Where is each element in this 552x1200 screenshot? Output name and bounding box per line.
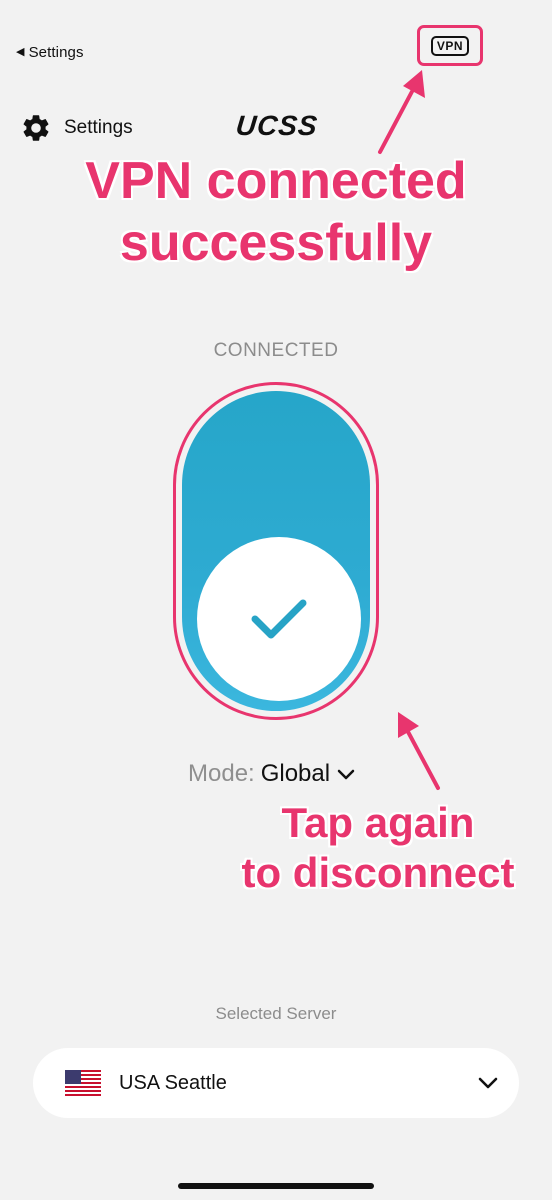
toggle-track — [182, 391, 370, 711]
us-flag-icon — [65, 1070, 101, 1096]
annotation-disconnect-line1: Tap again — [281, 799, 475, 846]
mode-label: Mode: — [188, 760, 255, 787]
mode-value: Global — [260, 760, 331, 787]
home-indicator[interactable] — [178, 1183, 374, 1189]
chevron-down-icon — [478, 1077, 498, 1089]
mode-selector[interactable]: Mode: Global — [188, 760, 356, 788]
chevron-down-icon — [337, 769, 355, 780]
selected-server-label: Selected Server — [215, 1004, 337, 1023]
back-link-label: Settings — [28, 44, 84, 61]
annotation-connected-line1: VPN connected — [85, 152, 467, 210]
connection-status: CONNECTED — [213, 340, 339, 361]
annotation-arrow-to-toggle — [398, 712, 440, 790]
annotation-disconnect: Tap again to disconnect — [210, 798, 546, 898]
annotation-arrow-to-badge — [378, 70, 425, 154]
vpn-badge-highlight: VPN — [417, 25, 483, 66]
connect-toggle[interactable] — [173, 382, 379, 720]
gear-icon — [23, 115, 49, 141]
app-logo: UCSS — [234, 110, 320, 141]
back-triangle-icon: ◀ — [16, 46, 25, 58]
server-selector[interactable]: USA Seattle — [33, 1048, 519, 1118]
settings-button[interactable]: Settings — [20, 112, 133, 144]
vpn-app-screen: ◀ Settings VPN Settings UCSS VPN connect… — [0, 0, 552, 1200]
annotation-connected-line2: successfully — [119, 214, 433, 272]
annotation-connected: VPN connected successfully — [20, 150, 532, 274]
checkmark-icon — [251, 599, 307, 639]
vpn-status-badge: VPN — [430, 35, 470, 56]
settings-label: Settings — [64, 117, 133, 138]
server-name: USA Seattle — [119, 1071, 227, 1094]
back-to-settings-link[interactable]: ◀ Settings — [16, 44, 84, 61]
toggle-knob — [197, 537, 361, 701]
annotation-disconnect-line2: to disconnect — [241, 849, 515, 896]
